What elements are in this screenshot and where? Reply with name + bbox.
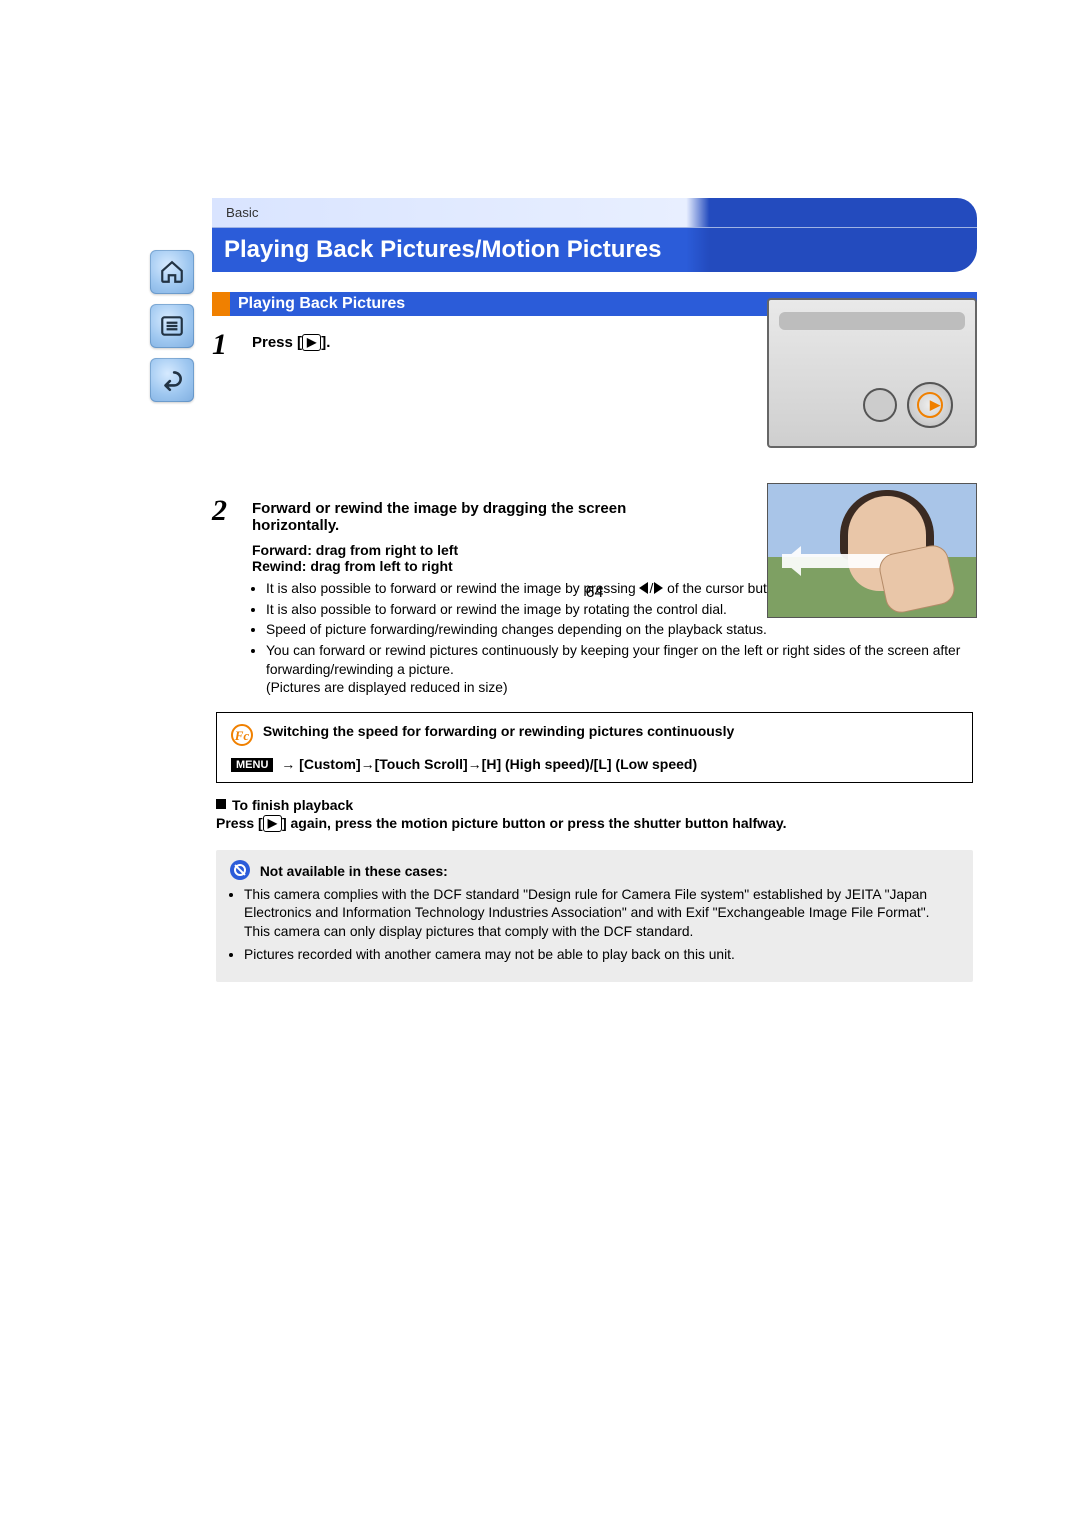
list-item: Pictures recorded with another camera ma… [244, 946, 959, 965]
breadcrumb: Basic [212, 198, 977, 228]
menu-path: → [Custom]→[Touch Scroll]→[H] (High spee… [281, 756, 697, 772]
callout-heading: Switching the speed for forwarding or re… [263, 723, 734, 739]
fc-icon: Fc [231, 724, 253, 746]
list-icon [159, 313, 185, 339]
not-available-icon [230, 860, 250, 880]
back-button[interactable] [150, 358, 194, 402]
list-item: This camera complies with the DCF standa… [244, 886, 959, 942]
step-number: 2 [212, 494, 252, 528]
play-icon: ▶ [930, 397, 940, 413]
home-button[interactable] [150, 250, 194, 294]
step-number: 1 [212, 328, 252, 362]
step-2-title: Forward or rewind the image by dragging … [252, 500, 662, 534]
back-icon [159, 367, 185, 393]
not-available-panel: Not available in these cases: This camer… [216, 850, 973, 983]
play-button-icon: ▶ [263, 815, 282, 832]
camera-back-illustration: ▶ [767, 298, 977, 448]
play-button-icon: ▶ [302, 334, 321, 351]
hand-icon [877, 542, 958, 615]
speed-callout: Fc Switching the speed for forwarding or… [216, 712, 973, 783]
menu-badge: MENU [231, 758, 273, 772]
page-number: 64 [212, 584, 977, 602]
square-bullet-icon [216, 799, 226, 809]
finish-heading: To finish playback [232, 797, 353, 813]
home-icon [159, 259, 185, 285]
list-item: You can forward or rewind pictures conti… [266, 642, 977, 698]
list-item: Speed of picture forwarding/rewinding ch… [266, 621, 977, 640]
page-content: Basic Playing Back Pictures/Motion Pictu… [212, 198, 977, 982]
contents-button[interactable] [150, 304, 194, 348]
sidebar [150, 250, 200, 412]
finish-playback: To finish playback Press [▶] again, pres… [216, 797, 973, 832]
page-title: Playing Back Pictures/Motion Pictures [212, 228, 977, 272]
not-available-heading: Not available in these cases: [260, 864, 448, 879]
